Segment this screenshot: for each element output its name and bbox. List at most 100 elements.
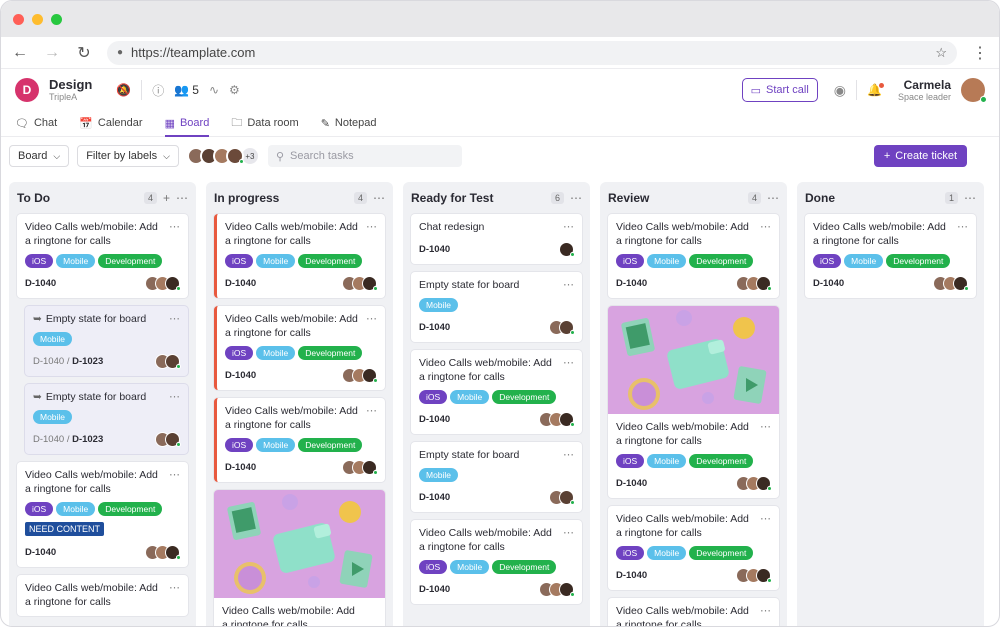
- task-card[interactable]: ⋯ Video Calls web/mobile: Add a ringtone…: [214, 398, 385, 482]
- more-options-icon[interactable]: ⋯: [760, 220, 772, 233]
- tag-mobile[interactable]: Mobile: [56, 502, 95, 516]
- avatar[interactable]: [165, 276, 180, 291]
- tag-mobile[interactable]: Mobile: [647, 454, 686, 468]
- activity-icon[interactable]: ∿: [209, 83, 219, 97]
- more-options-icon[interactable]: ⋯: [169, 312, 181, 325]
- address-bar[interactable]: ● https://teamplate.com ☆: [107, 41, 957, 65]
- avatar[interactable]: [165, 545, 180, 560]
- tag-mobile[interactable]: Mobile: [256, 438, 295, 452]
- more-options-icon[interactable]: ⋯: [169, 390, 181, 403]
- settings-gear-icon[interactable]: ⚙: [229, 83, 240, 97]
- more-options-icon[interactable]: ⋯: [563, 278, 575, 291]
- tab-calendar[interactable]: 📅Calendar: [79, 111, 142, 137]
- more-options-icon[interactable]: ⋯: [169, 581, 181, 594]
- bookmark-star-icon[interactable]: ☆: [935, 45, 947, 61]
- avatar[interactable]: [362, 276, 377, 291]
- members-button[interactable]: 👥5: [174, 83, 199, 97]
- subtask-card[interactable]: ⋯ ➥Empty state for board Mobile D-1040 /…: [25, 384, 188, 454]
- avatar[interactable]: [165, 354, 180, 369]
- more-options-icon[interactable]: ⋯: [760, 604, 772, 617]
- more-options-icon[interactable]: ⋯: [964, 191, 976, 205]
- more-options-icon[interactable]: ⋯: [169, 220, 181, 233]
- workspace-info[interactable]: Design TripleA: [49, 78, 92, 102]
- avatar[interactable]: [756, 568, 771, 583]
- more-options-icon[interactable]: ⋯: [373, 191, 385, 205]
- tag-ios[interactable]: iOS: [616, 254, 644, 268]
- task-card[interactable]: ⋯ Video Calls web/mobile: Add a ringtone…: [608, 214, 779, 298]
- more-options-icon[interactable]: ⋯: [366, 220, 378, 233]
- more-options-icon[interactable]: ⋯: [176, 191, 188, 205]
- avatar[interactable]: [362, 460, 377, 475]
- more-options-icon[interactable]: ⋯: [767, 191, 779, 205]
- tag-mobile[interactable]: Mobile: [450, 560, 489, 574]
- subtask-card[interactable]: ⋯ ➥Empty state for board Mobile D-1040 /…: [25, 306, 188, 376]
- task-card[interactable]: ⋯ Chat redesign D-1040: [411, 214, 582, 264]
- user-avatar[interactable]: [961, 78, 985, 102]
- more-options-icon[interactable]: ⋯: [563, 220, 575, 233]
- add-card-icon[interactable]: +: [163, 191, 170, 205]
- avatar[interactable]: [362, 368, 377, 383]
- task-card[interactable]: ⋯ Empty state for board Mobile D-1040: [411, 442, 582, 512]
- tag-mobile[interactable]: Mobile: [647, 254, 686, 268]
- task-card[interactable]: ⋯ Empty state for board Mobile D-1040: [411, 272, 582, 342]
- tab-board[interactable]: ▦Board: [165, 111, 210, 137]
- workspace-avatar[interactable]: D: [15, 78, 39, 102]
- avatar[interactable]: [756, 476, 771, 491]
- avatar[interactable]: [559, 412, 574, 427]
- more-options-icon[interactable]: ⋯: [169, 468, 181, 481]
- info-icon[interactable]: ⓘ: [152, 82, 164, 99]
- avatar[interactable]: [559, 490, 574, 505]
- tag-mobile[interactable]: Mobile: [647, 546, 686, 560]
- tag-ios[interactable]: iOS: [813, 254, 841, 268]
- tag-ios[interactable]: iOS: [225, 346, 253, 360]
- avatar[interactable]: [559, 320, 574, 335]
- tag-mobile[interactable]: Mobile: [419, 468, 458, 482]
- avatar[interactable]: [559, 582, 574, 597]
- tag-development[interactable]: Development: [298, 438, 362, 452]
- tag-ios[interactable]: iOS: [225, 254, 253, 268]
- tag-mobile[interactable]: Mobile: [419, 298, 458, 312]
- task-card[interactable]: ⋯ Video Calls web/mobile: Add a ringtone…: [805, 214, 976, 298]
- more-options-icon[interactable]: ⋯: [570, 191, 582, 205]
- task-card[interactable]: ⋯ Video Calls web/mobile: Add a ringtone…: [608, 598, 779, 627]
- maximize-window-button[interactable]: [51, 14, 62, 25]
- tag-ios[interactable]: iOS: [25, 502, 53, 516]
- more-options-icon[interactable]: ⋯: [366, 312, 378, 325]
- tag-mobile[interactable]: Mobile: [844, 254, 883, 268]
- reload-icon[interactable]: ↻: [75, 44, 93, 62]
- tab-notepad[interactable]: ✎Notepad: [321, 111, 377, 137]
- avatar[interactable]: [756, 276, 771, 291]
- tag-development[interactable]: Development: [689, 546, 753, 560]
- close-window-button[interactable]: [13, 14, 24, 25]
- avatar[interactable]: [226, 147, 244, 165]
- minimize-window-button[interactable]: [32, 14, 43, 25]
- tag-development[interactable]: Development: [98, 502, 162, 516]
- more-options-icon[interactable]: ⋯: [563, 448, 575, 461]
- tag-mobile[interactable]: Mobile: [256, 346, 295, 360]
- task-card[interactable]: ⋯ Video Calls web/mobile: Add a ringtone…: [17, 575, 188, 616]
- tag-mobile[interactable]: Mobile: [33, 410, 72, 424]
- tag-development[interactable]: Development: [298, 346, 362, 360]
- task-card[interactable]: ⋯ Video Calls web/mobile: Add a ringtone…: [608, 506, 779, 590]
- record-icon[interactable]: ◉: [834, 82, 846, 99]
- member-filter-avatars[interactable]: +3: [187, 146, 260, 166]
- tag-ios[interactable]: iOS: [616, 546, 644, 560]
- task-card[interactable]: ⋯ Video Calls web/mobile: Add a ringtone…: [17, 462, 188, 567]
- tag-development[interactable]: Development: [298, 254, 362, 268]
- tag-development[interactable]: Development: [689, 254, 753, 268]
- task-card[interactable]: ⋯ Video Calls web/mobile: Add a ringtone…: [17, 214, 188, 298]
- tag-mobile[interactable]: Mobile: [33, 332, 72, 346]
- mute-bell-icon[interactable]: 🔕: [116, 83, 131, 97]
- filter-by-labels-select[interactable]: Filter by labels⌵: [77, 145, 179, 167]
- tag-mobile[interactable]: Mobile: [450, 390, 489, 404]
- create-ticket-button[interactable]: +Create ticket: [874, 145, 967, 167]
- tag-mobile[interactable]: Mobile: [56, 254, 95, 268]
- more-options-icon[interactable]: ⋯: [563, 526, 575, 539]
- search-input[interactable]: ⚲ Search tasks: [268, 145, 462, 167]
- tag-development[interactable]: Development: [492, 560, 556, 574]
- task-card[interactable]: ⋯ Video Calls web/mobile: Add a ringtone…: [411, 520, 582, 604]
- tag-development[interactable]: Development: [98, 254, 162, 268]
- task-card[interactable]: ⋯ Video Calls web/mobile: Add a ringtone…: [214, 214, 385, 298]
- more-options-icon[interactable]: ⋯: [760, 420, 772, 433]
- tag-development[interactable]: Development: [689, 454, 753, 468]
